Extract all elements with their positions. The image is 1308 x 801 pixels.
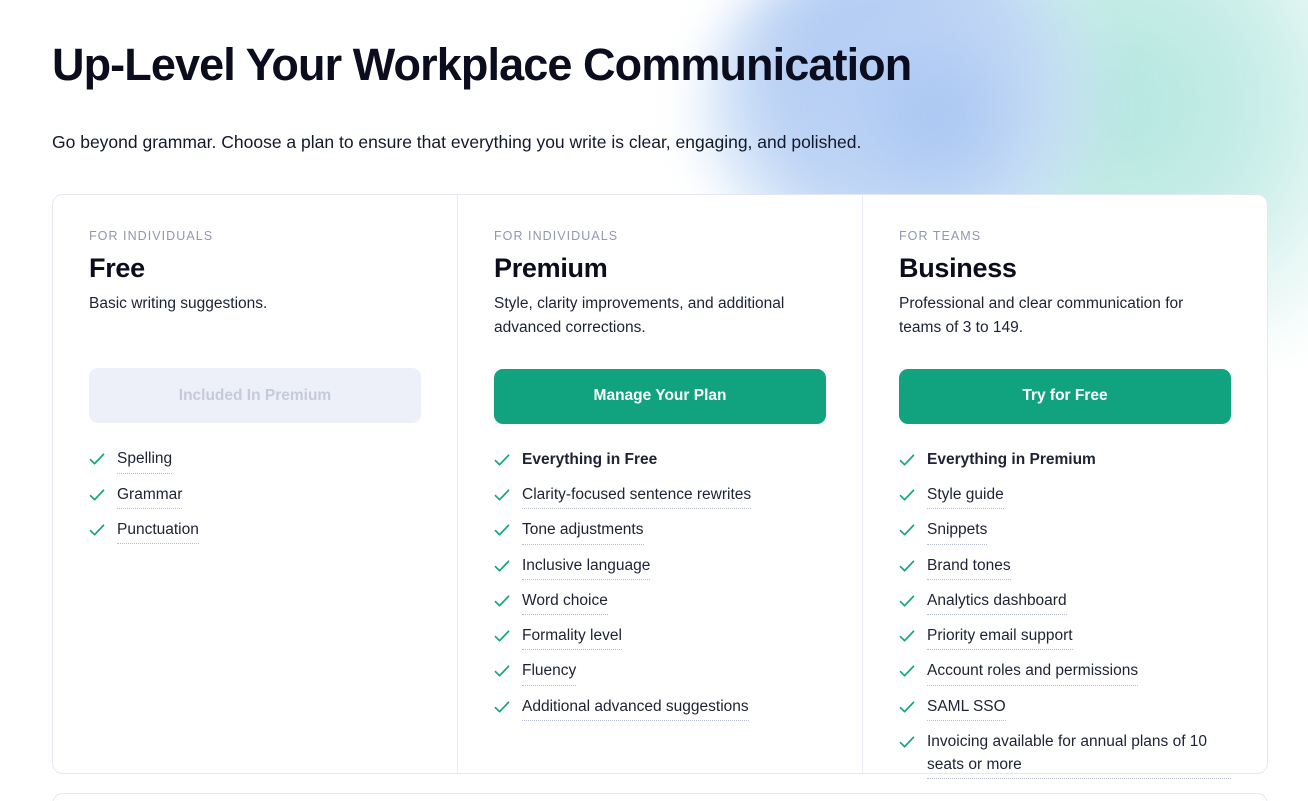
- feature-label: Style guide: [927, 483, 1004, 510]
- feature-label: Tone adjustments: [522, 518, 644, 545]
- plan-cta-button[interactable]: Try for Free: [899, 368, 1231, 424]
- check-icon: [494, 454, 510, 466]
- feature-item: Brand tones: [899, 554, 1231, 580]
- page-subtitle: Go beyond grammar. Choose a plan to ensu…: [52, 132, 862, 153]
- feature-item: Formality level: [494, 624, 826, 651]
- feature-item: Everything in Premium: [899, 448, 1231, 474]
- feature-item: Everything in Free: [494, 448, 826, 474]
- plan-feature-list: Spelling Grammar Punctuation: [89, 447, 421, 545]
- feature-label: Formality level: [522, 624, 622, 651]
- feature-item: Clarity-focused sentence rewrites: [494, 483, 826, 510]
- feature-item: Inclusive language: [494, 554, 826, 580]
- feature-label: Invoicing available for annual plans of …: [927, 730, 1231, 780]
- plan-card-premium: FOR INDIVIDUALS Premium Style, clarity imp…: [457, 194, 862, 773]
- feature-label: Additional advanced suggestions: [522, 695, 749, 721]
- check-icon: [494, 524, 510, 536]
- feature-label: Everything in Free: [522, 450, 658, 468]
- feature-item: SAML SSO: [899, 695, 1231, 721]
- feature-item: Word choice: [494, 589, 826, 616]
- check-icon: [899, 665, 915, 677]
- pricing-page: Up-Level Your Workplace Communication Go…: [0, 0, 1308, 801]
- check-icon: [899, 489, 915, 501]
- check-icon: [899, 524, 915, 536]
- feature-item: Punctuation: [89, 518, 421, 545]
- feature-label: Grammar: [117, 483, 183, 509]
- feature-label: Punctuation: [117, 518, 199, 545]
- feature-label: Word choice: [522, 589, 608, 616]
- check-icon: [494, 489, 510, 501]
- check-icon: [494, 701, 510, 713]
- check-icon: [494, 560, 510, 572]
- feature-item: Additional advanced suggestions: [494, 695, 826, 721]
- page-title: Up-Level Your Workplace Communication: [52, 39, 912, 90]
- plan-description: Style, clarity improvements, and additio…: [494, 294, 785, 337]
- feature-label: Snippets: [927, 518, 988, 545]
- pricing-plans-container: FOR INDIVIDUALS Free Basic writing suggest…: [52, 193, 1268, 780]
- feature-item: Tone adjustments: [494, 518, 826, 545]
- plan-cta-slot: Manage Your Plan: [494, 368, 826, 424]
- plan-card-free: FOR INDIVIDUALS Free Basic writing suggest…: [53, 195, 457, 773]
- feature-item: Priority email support: [899, 624, 1231, 651]
- feature-label: Everything in Premium: [927, 450, 1096, 468]
- feature-label: Inclusive language: [522, 554, 651, 580]
- feature-label: Priority email support: [927, 624, 1073, 651]
- page-header: Up-Level Your Workplace Communication Go…: [0, 0, 1308, 155]
- check-icon: [89, 489, 105, 501]
- plan-card-business: FOR TEAMS Business Professional and clear …: [862, 194, 1267, 780]
- feature-label: Clarity-focused sentence rewrites: [522, 483, 752, 510]
- check-icon: [899, 701, 915, 713]
- feature-item: Snippets: [899, 518, 1231, 545]
- check-icon: [89, 453, 105, 465]
- check-icon: [494, 630, 510, 642]
- feature-label: Brand tones: [927, 554, 1011, 580]
- check-icon: [494, 665, 510, 677]
- feature-item: Grammar: [89, 483, 421, 509]
- plan-name: Business: [899, 252, 1017, 283]
- plan-audience-label: FOR INDIVIDUALS: [89, 228, 214, 243]
- plan-feature-list: Everything in Free Clarity-focused senten…: [494, 448, 826, 721]
- plan-cta-button[interactable]: Manage Your Plan: [494, 368, 826, 424]
- feature-label: SAML SSO: [927, 695, 1006, 721]
- plan-feature-list: Everything in Premium Style guide Snippets…: [899, 448, 1231, 780]
- plan-cta-button-disabled: Included In Premium: [89, 368, 421, 424]
- feature-item: Spelling: [89, 447, 421, 474]
- feature-item: Fluency: [494, 659, 826, 686]
- check-icon: [899, 454, 915, 466]
- plan-cta-slot: Included In Premium: [89, 368, 421, 424]
- feature-item: Account roles and permissions: [899, 659, 1231, 686]
- check-icon: [89, 524, 105, 536]
- plan-cta-slot: Try for Free: [899, 368, 1231, 424]
- plan-name: Free: [89, 252, 145, 283]
- feature-item: Analytics dashboard: [899, 589, 1231, 616]
- plan-description: Basic writing suggestions.: [89, 294, 268, 312]
- check-icon: [899, 560, 915, 572]
- plan-description: Professional and clear communication for…: [899, 294, 1184, 337]
- feature-label: Fluency: [522, 659, 577, 686]
- plan-audience-label: FOR INDIVIDUALS: [494, 228, 619, 243]
- plan-audience-label: FOR TEAMS: [899, 228, 982, 243]
- feature-item: Invoicing available for annual plans of …: [899, 730, 1231, 780]
- feature-label: Spelling: [117, 447, 173, 474]
- feature-item: Style guide: [899, 483, 1231, 510]
- feature-label: Analytics dashboard: [927, 589, 1067, 616]
- check-icon: [494, 595, 510, 607]
- check-icon: [899, 736, 915, 748]
- check-icon: [899, 630, 915, 642]
- feature-label: Account roles and permissions: [927, 659, 1139, 686]
- check-icon: [899, 595, 915, 607]
- next-section-card: [52, 793, 1268, 801]
- plan-name: Premium: [494, 252, 608, 283]
